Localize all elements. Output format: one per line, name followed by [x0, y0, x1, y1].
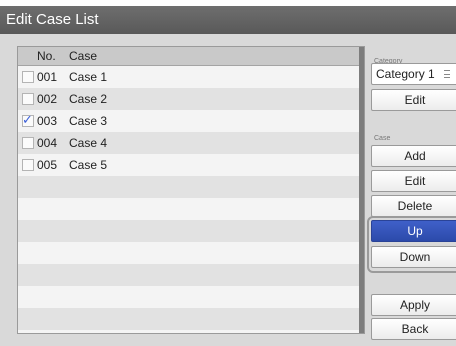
main-panel: No. Case 001 Case 1 002 Case 2 ✓ 003 Case 3 004… — [0, 34, 456, 346]
table-row[interactable] — [18, 198, 361, 220]
row-number: 005 — [37, 158, 58, 172]
table-row[interactable]: 002 Case 2 — [18, 88, 361, 110]
row-number: 003 — [37, 114, 58, 128]
row-number: 004 — [37, 136, 58, 150]
case-section-label: Case — [374, 135, 391, 142]
back-button[interactable]: Back — [371, 318, 456, 340]
table-row[interactable] — [18, 176, 361, 198]
row-checkbox[interactable] — [22, 71, 34, 83]
row-case-name: Case 1 — [69, 70, 108, 84]
case-list: No. Case 001 Case 1 002 Case 2 ✓ 003 Case 3 004… — [17, 46, 365, 334]
delete-case-button[interactable]: Delete — [371, 195, 456, 217]
row-number: 002 — [37, 92, 58, 106]
dropdown-handle-icon — [444, 70, 450, 78]
row-case-name: Case 5 — [69, 158, 108, 172]
table-row[interactable] — [18, 308, 361, 330]
table-row[interactable] — [18, 242, 361, 264]
row-case-name: Case 2 — [69, 92, 108, 106]
apply-button[interactable]: Apply — [371, 294, 456, 316]
row-checkbox[interactable]: ✓ — [22, 112, 34, 127]
list-scrollbar[interactable] — [359, 47, 364, 333]
row-case-name: Case 3 — [69, 114, 108, 128]
table-row[interactable] — [18, 264, 361, 286]
row-checkbox[interactable] — [22, 159, 34, 171]
table-row[interactable]: 001 Case 1 — [18, 66, 361, 88]
column-header-case: Case — [69, 49, 98, 63]
table-row[interactable]: 005 Case 5 — [18, 154, 361, 176]
move-up-button[interactable]: Up — [371, 220, 456, 242]
table-row[interactable] — [18, 286, 361, 308]
window-title: Edit Case List — [0, 6, 456, 34]
category-edit-button[interactable]: Edit — [371, 89, 456, 111]
category-selected-value: Category 1 — [376, 67, 435, 81]
list-rows: 001 Case 1 002 Case 2 ✓ 003 Case 3 004 Case 4 005… — [18, 66, 361, 330]
add-case-button[interactable]: Add — [371, 145, 456, 167]
list-header: No. Case — [18, 47, 361, 66]
table-row[interactable] — [18, 220, 361, 242]
row-number: 001 — [37, 70, 58, 84]
row-checkbox[interactable] — [22, 137, 34, 149]
check-mark-icon: ✓ — [22, 112, 33, 127]
edit-case-button[interactable]: Edit — [371, 170, 456, 192]
table-row[interactable]: ✓ 003 Case 3 — [18, 110, 361, 132]
table-row[interactable]: 004 Case 4 — [18, 132, 361, 154]
row-checkbox[interactable] — [22, 93, 34, 105]
move-down-button[interactable]: Down — [371, 246, 456, 268]
row-case-name: Case 4 — [69, 136, 108, 150]
category-select[interactable]: Category 1 — [371, 63, 456, 85]
column-header-no: No. — [37, 49, 56, 63]
